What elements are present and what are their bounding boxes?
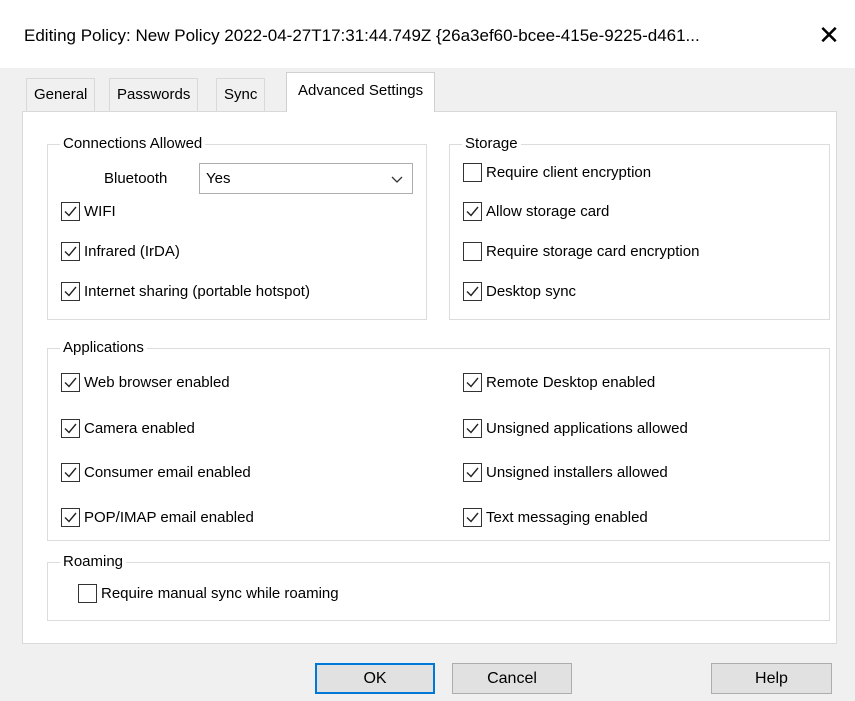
pop-imap-email-checkbox[interactable]: POP/IMAP email enabled [61,508,254,527]
checkbox-box [61,282,80,301]
title-bar: Editing Policy: New Policy 2022-04-27T17… [0,0,855,68]
unsigned-installers-label: Unsigned installers allowed [486,464,668,481]
checkbox-box [463,373,482,392]
consumer-email-label: Consumer email enabled [84,464,251,481]
desktop-sync-checkbox[interactable]: Desktop sync [463,282,576,301]
allow-storage-card-checkbox[interactable]: Allow storage card [463,202,609,221]
cancel-button[interactable]: Cancel [452,663,572,694]
chevron-down-icon [391,176,403,183]
text-messaging-checkbox[interactable]: Text messaging enabled [463,508,648,527]
checkbox-box [463,508,482,527]
checkmark-icon [64,246,77,257]
roaming-legend: Roaming [60,552,127,572]
unsigned-installers-checkbox[interactable]: Unsigned installers allowed [463,463,668,482]
checkmark-icon [466,512,479,523]
checkbox-box [463,282,482,301]
checkbox-box [61,202,80,221]
unsigned-applications-checkbox[interactable]: Unsigned applications allowed [463,419,688,438]
wifi-checkbox[interactable]: WIFI [61,202,116,221]
ok-button[interactable]: OK [315,663,435,694]
checkmark-icon [466,423,479,434]
manual-sync-roaming-checkbox[interactable]: Require manual sync while roaming [78,584,339,603]
bluetooth-select-value: Yes [206,170,231,187]
checkbox-box [61,508,80,527]
internet-sharing-label: Internet sharing (portable hotspot) [84,283,310,300]
infrared-checkbox[interactable]: Infrared (IrDA) [61,242,180,261]
checkbox-box [61,242,80,261]
tab-general[interactable]: General [26,78,96,111]
checkmark-icon [466,377,479,388]
checkbox-box [463,463,482,482]
close-button[interactable]: ✕ [815,22,843,50]
desktop-sync-label: Desktop sync [486,283,577,300]
storage-legend: Storage [462,134,521,154]
remote-desktop-checkbox[interactable]: Remote Desktop enabled [463,373,655,392]
web-browser-checkbox[interactable]: Web browser enabled [61,373,230,392]
checkbox-box [61,463,80,482]
checkmark-icon [64,423,77,434]
web-browser-label: Web browser enabled [84,374,230,391]
unsigned-applications-label: Unsigned applications allowed [486,420,688,437]
pop-imap-email-label: POP/IMAP email enabled [84,509,254,526]
infrared-label: Infrared (IrDA) [84,243,180,260]
checkbox-box [61,419,80,438]
checkmark-icon [466,286,479,297]
bluetooth-label: Bluetooth [104,170,168,187]
remote-desktop-label: Remote Desktop enabled [486,374,656,391]
checkbox-box [463,419,482,438]
checkmark-icon [64,286,77,297]
tab-advanced-settings[interactable]: Advanced Settings [286,72,436,112]
checkmark-icon [466,206,479,217]
checkmark-icon [64,377,77,388]
help-button[interactable]: Help [711,663,832,694]
checkbox-box [463,242,482,261]
allow-storage-card-label: Allow storage card [486,203,610,220]
require-client-encryption-label: Require client encryption [486,164,652,181]
manual-sync-roaming-label: Require manual sync while roaming [101,585,339,602]
checkbox-box [463,163,482,182]
checkmark-icon [64,467,77,478]
require-storage-card-encryption-label: Require storage card encryption [486,243,700,260]
checkbox-box [78,584,97,603]
window-title: Editing Policy: New Policy 2022-04-27T17… [24,26,700,45]
internet-sharing-checkbox[interactable]: Internet sharing (portable hotspot) [61,282,310,301]
consumer-email-checkbox[interactable]: Consumer email enabled [61,463,251,482]
applications-legend: Applications [60,338,147,358]
camera-checkbox[interactable]: Camera enabled [61,419,195,438]
checkmark-icon [466,467,479,478]
bluetooth-select[interactable]: Yes [199,163,413,194]
checkbox-box [463,202,482,221]
connections-allowed-legend: Connections Allowed [60,134,206,154]
camera-label: Camera enabled [84,420,195,437]
require-client-encryption-checkbox[interactable]: Require client encryption [463,163,651,182]
require-storage-card-encryption-checkbox[interactable]: Require storage card encryption [463,242,699,261]
close-icon: ✕ [818,20,840,50]
checkbox-box [61,373,80,392]
tab-sync[interactable]: Sync [216,78,266,111]
checkmark-icon [64,206,77,217]
text-messaging-label: Text messaging enabled [486,509,648,526]
checkmark-icon [64,512,77,523]
wifi-label: WIFI [84,203,116,220]
tab-passwords[interactable]: Passwords [109,78,199,111]
